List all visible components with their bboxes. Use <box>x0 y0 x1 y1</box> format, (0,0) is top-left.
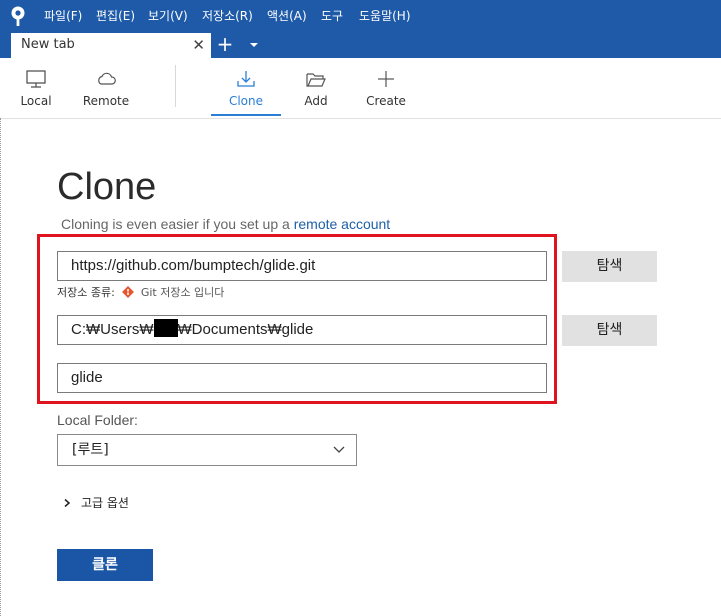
local-button[interactable]: Local <box>12 58 60 116</box>
repo-type-label: 저장소 종류: <box>57 286 115 299</box>
menu-file[interactable]: 파일(F) <box>44 7 82 25</box>
window-edge <box>0 118 1 616</box>
menu-tools[interactable]: 도구 <box>321 7 343 25</box>
download-icon <box>237 71 255 87</box>
subtitle-text: Cloning is even easier if you set up a <box>61 216 294 232</box>
tab-strip: New tab ✕ + <box>0 32 721 58</box>
tab-new-tab[interactable]: New tab ✕ <box>11 33 211 58</box>
local-label: Local <box>20 94 52 108</box>
local-folder-select[interactable]: [루트] <box>57 434 357 466</box>
browse-destination-button[interactable]: 탐색 <box>562 315 657 346</box>
menu-bar: 파일(F) 편집(E) 보기(V) 저장소(R) 액션(A) 도구 도움말(H) <box>0 0 721 32</box>
chevron-right-icon <box>64 498 71 508</box>
dest-path-prefix: C:₩Users₩ <box>71 321 154 338</box>
local-folder-label: Local Folder: <box>57 412 138 428</box>
chevron-down-icon[interactable] <box>246 36 262 54</box>
chevron-down-icon <box>333 446 345 453</box>
menu-actions[interactable]: 액션(A) <box>267 7 307 25</box>
clone-button[interactable]: 클론 <box>57 549 153 581</box>
clone-tab-button[interactable]: Clone <box>211 58 281 116</box>
create-label: Create <box>366 94 406 108</box>
dest-path-suffix: ₩Documents₩glide <box>177 321 314 338</box>
tab-label: New tab <box>21 37 75 52</box>
toolbar-divider <box>175 65 176 107</box>
add-label: Add <box>304 94 328 108</box>
sourcetree-logo-icon[interactable] <box>8 5 28 27</box>
clone-label: Clone <box>228 94 264 108</box>
plus-icon <box>378 71 394 87</box>
active-tab-indicator <box>211 114 281 116</box>
remote-label: Remote <box>82 94 130 108</box>
page-title: Clone <box>57 166 157 208</box>
repo-type-row: 저장소 종류: Git 저장소 입니다 <box>57 284 224 300</box>
advanced-options-toggle[interactable]: 고급 옵션 <box>62 494 129 511</box>
menu-repository[interactable]: 저장소(R) <box>202 7 253 25</box>
folder-open-icon <box>306 73 326 87</box>
source-url-input[interactable]: https://github.com/bumptech/glide.git <box>57 251 547 281</box>
create-button[interactable]: Create <box>362 58 410 116</box>
menu-view[interactable]: 보기(V) <box>148 7 188 25</box>
repo-type-value: Git 저장소 입니다 <box>140 286 225 299</box>
subtitle: Cloning is even easier if you set up a r… <box>61 216 390 232</box>
browse-source-button[interactable]: 탐색 <box>562 251 657 282</box>
menu-help[interactable]: 도움말(H) <box>359 7 411 25</box>
add-button[interactable]: Add <box>296 58 336 116</box>
cloud-icon <box>98 72 116 85</box>
remote-account-link[interactable]: remote account <box>294 216 391 232</box>
close-icon[interactable]: ✕ <box>192 36 205 54</box>
local-folder-value: [루트] <box>72 442 109 458</box>
toolbar: Local Remote Clone Add Create <box>0 58 721 119</box>
add-tab-button[interactable]: + <box>214 33 236 57</box>
monitor-icon <box>26 70 46 88</box>
redacted-username <box>153 319 178 337</box>
remote-button[interactable]: Remote <box>80 58 132 116</box>
repo-name-input[interactable]: glide <box>57 363 547 393</box>
destination-path-input[interactable]: C:₩Users₩ ₩Documents₩glide <box>57 315 547 345</box>
menu-edit[interactable]: 편집(E) <box>96 7 135 25</box>
advanced-options-label: 고급 옵션 <box>81 496 129 510</box>
git-icon <box>122 286 135 298</box>
